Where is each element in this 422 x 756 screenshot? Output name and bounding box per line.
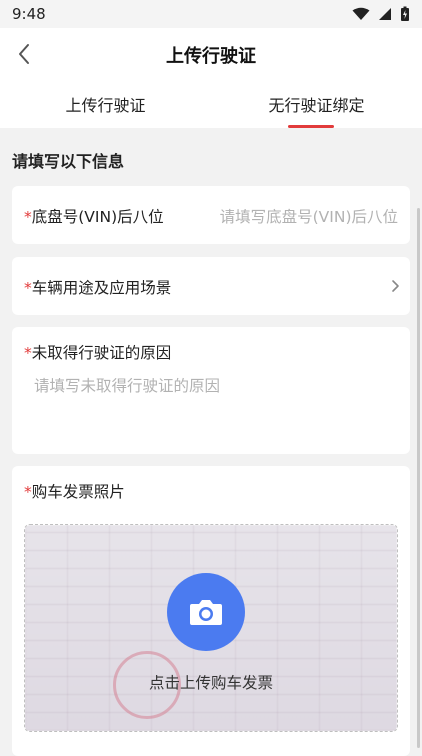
usage-field-card[interactable]: *车辆用途及应用场景 (12, 257, 410, 315)
section-title: 请填写以下信息 (12, 152, 125, 171)
scrollbar[interactable] (417, 208, 420, 748)
invoice-label-text: 购车发票照片 (31, 483, 125, 501)
usage-label: *车辆用途及应用场景 (24, 276, 171, 298)
chevron-right-icon[interactable] (390, 279, 400, 293)
invoice-label: *购车发票照片 (24, 480, 125, 502)
status-time: 9:48 (12, 5, 46, 23)
reason-textarea[interactable]: 请填写未取得行驶证的原因 (34, 374, 220, 396)
page-title: 上传行驶证 (166, 46, 256, 67)
signal-icon (379, 8, 391, 20)
vin-label-text: 底盘号(VIN)后八位 (31, 208, 164, 226)
battery-icon (401, 6, 409, 21)
required-mark: * (24, 208, 32, 226)
app-header: 上传行驶证 (0, 28, 422, 82)
active-tab-indicator (288, 125, 334, 128)
status-bar: 9:48 (0, 0, 422, 28)
reason-label-text: 未取得行驶证的原因 (31, 344, 172, 362)
tab-bar: 上传行驶证 无行驶证绑定 (0, 82, 422, 128)
invoice-upload-area[interactable]: 点击上传购车发票 (24, 524, 398, 732)
tab-no-license-binding[interactable]: 无行驶证绑定 (211, 92, 422, 116)
required-mark: * (24, 279, 32, 297)
required-mark: * (24, 483, 32, 501)
required-mark: * (24, 344, 32, 362)
invoice-card: *购车发票照片 点击上传购车发票 (12, 466, 410, 756)
usage-label-text: 车辆用途及应用场景 (31, 279, 172, 297)
camera-icon (190, 600, 222, 625)
wifi-icon (352, 7, 370, 20)
vin-field-card[interactable]: *底盘号(VIN)后八位 请填写底盘号(VIN)后八位 (12, 186, 410, 244)
status-icons (352, 6, 410, 22)
camera-button[interactable] (167, 573, 245, 651)
reason-field-card: *未取得行驶证的原因 请填写未取得行驶证的原因 (12, 327, 410, 454)
tab-upload-license[interactable]: 上传行驶证 (0, 92, 211, 116)
reason-label: *未取得行驶证的原因 (24, 341, 171, 363)
vin-label: *底盘号(VIN)后八位 (24, 205, 164, 227)
vin-input[interactable]: 请填写底盘号(VIN)后八位 (220, 205, 398, 227)
upload-invoice-text[interactable]: 点击上传购车发票 (25, 671, 397, 693)
